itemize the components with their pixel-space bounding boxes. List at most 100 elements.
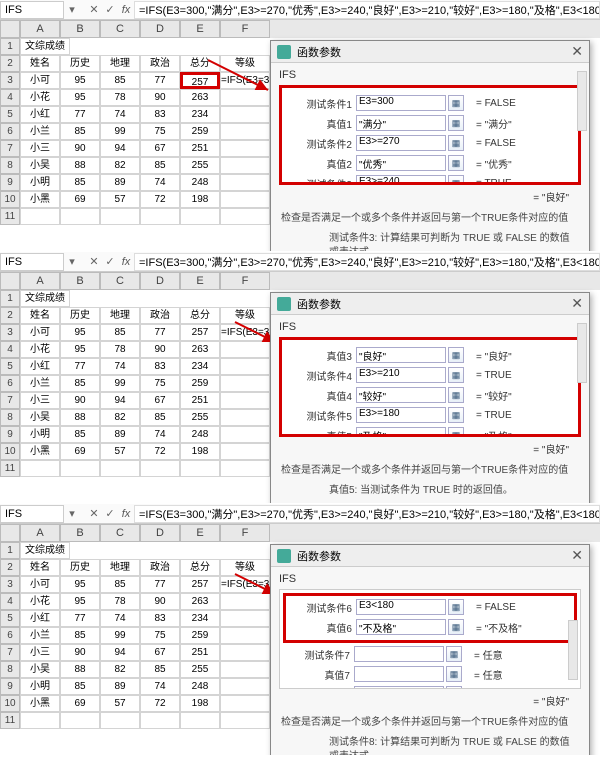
cell[interactable]: 90	[140, 341, 180, 358]
cell[interactable]	[220, 443, 270, 460]
cell[interactable]: 88	[60, 409, 100, 426]
cell[interactable]: 等级	[220, 559, 270, 576]
cell[interactable]: 姓名	[20, 559, 60, 576]
cell[interactable]: 小花	[20, 593, 60, 610]
row-header[interactable]: 8	[0, 409, 20, 426]
cell[interactable]: 198	[180, 443, 220, 460]
cell[interactable]: 85	[100, 576, 140, 593]
param-input[interactable]: E3<180	[356, 599, 446, 615]
cell[interactable]: 89	[100, 174, 140, 191]
cell[interactable]	[220, 174, 270, 191]
cell[interactable]	[220, 89, 270, 106]
cell[interactable]: 75	[140, 123, 180, 140]
cell[interactable]: 82	[100, 409, 140, 426]
cell[interactable]: 78	[100, 89, 140, 106]
col-header[interactable]: C	[100, 20, 140, 38]
cell[interactable]: 57	[100, 695, 140, 712]
range-select-icon[interactable]: ▦	[448, 347, 464, 363]
row-header[interactable]: 9	[0, 174, 20, 191]
active-cell-f3[interactable]: =IFS(E3=30	[220, 576, 270, 593]
cell[interactable]: 257	[180, 324, 220, 341]
cell[interactable]	[140, 460, 180, 477]
cell[interactable]	[20, 208, 60, 225]
range-select-icon[interactable]: ▦	[448, 427, 464, 437]
params-scroll-area[interactable]: 真值3"良好"▦= "良好" 测试条件4E3>=210▦= TRUE 真值4"较…	[279, 337, 581, 437]
row-header[interactable]: 5	[0, 106, 20, 123]
cell[interactable]: 90	[60, 140, 100, 157]
cell[interactable]: 251	[180, 392, 220, 409]
cell[interactable]: 82	[100, 157, 140, 174]
col-header[interactable]: A	[20, 272, 60, 290]
cell[interactable]: 85	[60, 678, 100, 695]
cell[interactable]: 263	[180, 593, 220, 610]
param-input[interactable]: "满分"	[356, 115, 446, 131]
cell[interactable]: 小明	[20, 678, 60, 695]
cell[interactable]: 72	[140, 695, 180, 712]
cell[interactable]: 小花	[20, 89, 60, 106]
row-header[interactable]: 1	[0, 38, 20, 55]
cell[interactable]	[220, 375, 270, 392]
cell[interactable]: 94	[100, 140, 140, 157]
cell[interactable]: 小红	[20, 106, 60, 123]
cell[interactable]: 77	[140, 324, 180, 341]
cell[interactable]: 小三	[20, 644, 60, 661]
cell[interactable]: 地理	[100, 307, 140, 324]
cell[interactable]: 总分	[180, 307, 220, 324]
range-select-icon[interactable]: ▦	[448, 387, 464, 403]
col-header[interactable]: D	[140, 20, 180, 38]
cell[interactable]: 等级	[220, 55, 270, 72]
cell[interactable]	[220, 712, 270, 729]
cell[interactable]	[60, 460, 100, 477]
cell-e3-highlighted[interactable]: 257	[180, 72, 220, 89]
col-header[interactable]: C	[100, 272, 140, 290]
param-input[interactable]: "较好"	[356, 387, 446, 403]
cell[interactable]: 85	[140, 661, 180, 678]
col-header[interactable]: F	[220, 272, 270, 290]
cell[interactable]: 85	[60, 375, 100, 392]
cell[interactable]: 99	[100, 375, 140, 392]
range-select-icon[interactable]: ▦	[448, 175, 464, 185]
cell[interactable]: 257	[180, 576, 220, 593]
cell[interactable]	[20, 460, 60, 477]
row-header[interactable]: 10	[0, 443, 20, 460]
param-input[interactable]: E3=300	[356, 95, 446, 111]
cell[interactable]: 小兰	[20, 123, 60, 140]
cell[interactable]	[220, 460, 270, 477]
cell[interactable]: 99	[100, 627, 140, 644]
cell[interactable]: 95	[60, 593, 100, 610]
cell[interactable]: 小可	[20, 72, 60, 89]
cell[interactable]	[220, 593, 270, 610]
col-header[interactable]: C	[100, 524, 140, 542]
row-header[interactable]: 4	[0, 89, 20, 106]
cell[interactable]: 255	[180, 661, 220, 678]
cell[interactable]: 姓名	[20, 55, 60, 72]
row-header[interactable]: 5	[0, 358, 20, 375]
cell[interactable]: 263	[180, 341, 220, 358]
fx-icon[interactable]: fx	[118, 4, 134, 16]
cell[interactable]: 85	[60, 627, 100, 644]
fx-icon[interactable]: fx	[118, 508, 134, 520]
cell[interactable]: 94	[100, 392, 140, 409]
formula-input[interactable]: =IFS(E3=300,"满分",E3>=270,"优秀",E3>=240,"良…	[134, 1, 600, 19]
row-header[interactable]: 5	[0, 610, 20, 627]
param-input[interactable]	[354, 646, 444, 662]
cell[interactable]: 小可	[20, 576, 60, 593]
cell[interactable]: 74	[140, 426, 180, 443]
row-header[interactable]: 9	[0, 678, 20, 695]
range-select-icon[interactable]: ▦	[448, 619, 464, 635]
row-header[interactable]: 10	[0, 695, 20, 712]
accept-formula-icon[interactable]: ✓	[102, 3, 118, 16]
param-input[interactable]: E3>=180	[356, 407, 446, 423]
cell[interactable]	[180, 460, 220, 477]
cell[interactable]: 77	[140, 576, 180, 593]
cell[interactable]: 90	[140, 593, 180, 610]
cell[interactable]: 77	[60, 610, 100, 627]
cell[interactable]: 248	[180, 426, 220, 443]
cell[interactable]: 95	[60, 72, 100, 89]
cell[interactable]	[220, 644, 270, 661]
cell[interactable]: 83	[140, 106, 180, 123]
cell[interactable]: 57	[100, 191, 140, 208]
cell[interactable]: 历史	[60, 559, 100, 576]
cell[interactable]: 75	[140, 627, 180, 644]
cell[interactable]: 77	[60, 358, 100, 375]
